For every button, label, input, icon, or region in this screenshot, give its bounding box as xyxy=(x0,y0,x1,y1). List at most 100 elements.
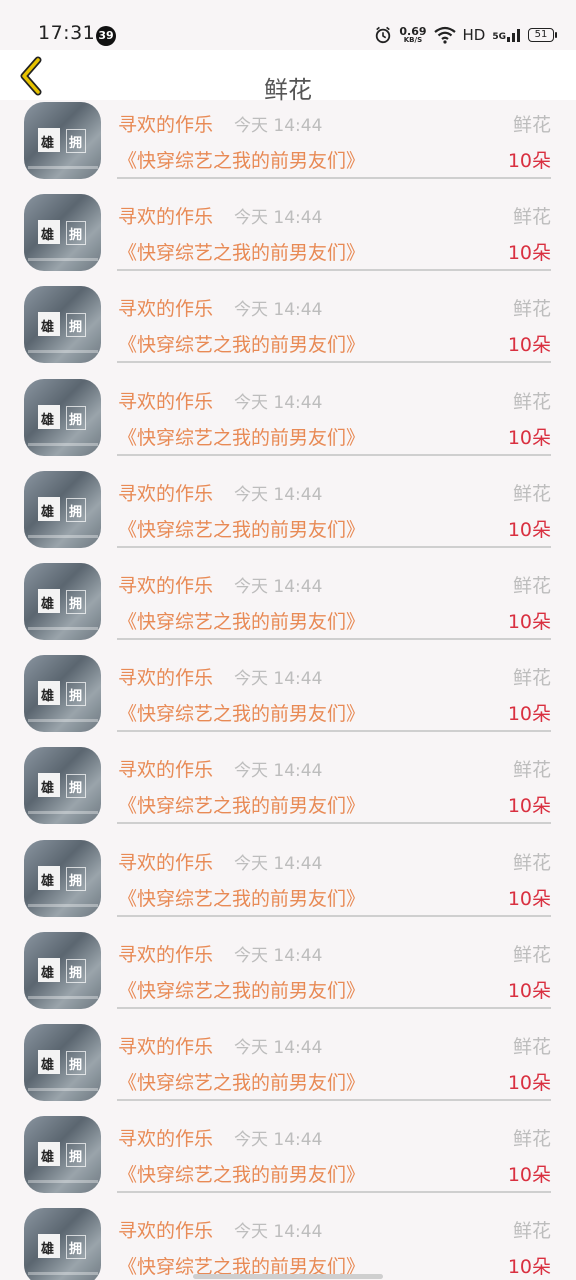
avatar[interactable]: 雄拥 xyxy=(24,931,101,1009)
gift-count: 10朵 xyxy=(507,795,551,818)
timestamp: 今天 14:44 xyxy=(234,945,323,966)
book-title[interactable]: 《快穿综艺之我的前男友们》 xyxy=(118,423,365,450)
avatar[interactable]: 雄拥 xyxy=(24,1116,101,1194)
timestamp: 今天 14:44 xyxy=(234,116,323,136)
username[interactable]: 寻欢的作乐 xyxy=(118,848,213,875)
avatar[interactable]: 雄拥 xyxy=(24,286,101,364)
avatar-char: 雄 xyxy=(41,597,55,612)
username[interactable]: 寻欢的作乐 xyxy=(118,479,213,506)
avatar-char: 雄 xyxy=(41,412,55,428)
list-item[interactable]: 雄拥寻欢的作乐 今天 14:44 鲜花 《快穿综艺之我的前男友们》 10朵 xyxy=(0,1206,576,1280)
divider xyxy=(117,730,551,733)
gift-list[interactable]: 雄拥寻欢的作乐 今天 14:44 鲜花 《快穿综艺之我的前男友们》 10朵雄拥寻欢的作乐… xyxy=(0,100,576,1280)
avatar-char: 雄 xyxy=(41,228,55,244)
divider xyxy=(117,269,551,272)
gift-type: 鲜花 xyxy=(512,943,551,966)
page-header: 鲜花 xyxy=(0,50,576,104)
avatar-char: 拥 xyxy=(69,136,83,151)
gift-count: 10朵 xyxy=(507,611,551,633)
book-title[interactable]: 《快穿综艺之我的前男友们》 xyxy=(118,884,365,911)
status-time: 17:31 xyxy=(38,22,96,44)
home-indicator[interactable] xyxy=(193,1274,383,1279)
net-speed: 0.69 KB/S xyxy=(399,26,426,44)
book-title[interactable]: 《快穿综艺之我的前男友们》 xyxy=(118,515,365,542)
divider xyxy=(117,1099,551,1101)
divider xyxy=(117,453,551,456)
avatar-char: 拥 xyxy=(69,412,83,428)
avatar[interactable]: 雄拥 xyxy=(24,1208,101,1280)
list-item[interactable]: 雄拥寻欢的作乐 今天 14:44 鲜花 《快穿综艺之我的前男友们》 10朵 xyxy=(0,653,576,745)
avatar[interactable]: 雄拥 xyxy=(24,563,101,640)
gift-count: 10朵 xyxy=(507,518,551,541)
book-title[interactable]: 《快穿综艺之我的前男友们》 xyxy=(118,607,365,634)
avatar-caption-strip xyxy=(28,995,98,999)
gift-type: 鲜花 xyxy=(512,851,551,874)
list-item[interactable]: 雄拥寻欢的作乐 今天 14:44 鲜花 《快穿综艺之我的前男友们》 10朵 xyxy=(0,745,576,837)
cell-signal: 5G xyxy=(492,28,521,42)
avatar-char: 拥 xyxy=(69,1150,83,1166)
gift-type: 鲜花 xyxy=(512,114,551,136)
avatar-caption-strip xyxy=(28,1088,98,1091)
divider xyxy=(117,361,551,364)
username[interactable]: 寻欢的作乐 xyxy=(118,387,213,414)
avatar-char: 雄 xyxy=(41,320,55,336)
username[interactable]: 寻欢的作乐 xyxy=(118,940,213,967)
avatar-caption-strip xyxy=(28,1180,98,1184)
avatar-char: 雄 xyxy=(41,1150,55,1166)
book-title[interactable]: 《快穿综艺之我的前男友们》 xyxy=(118,791,365,818)
username[interactable]: 寻欢的作乐 xyxy=(118,1124,213,1151)
book-title[interactable]: 《快穿综艺之我的前男友们》 xyxy=(118,1068,365,1095)
avatar[interactable]: 雄拥 xyxy=(24,102,101,179)
avatar[interactable]: 雄拥 xyxy=(24,194,101,272)
username[interactable]: 寻欢的作乐 xyxy=(118,1216,213,1243)
book-title[interactable]: 《快穿综艺之我的前男友们》 xyxy=(118,976,365,1003)
list-item[interactable]: 雄拥寻欢的作乐 今天 14:44 鲜花《快穿综艺之我的前男友们》 10朵 xyxy=(0,100,576,192)
alarm-icon xyxy=(376,26,391,44)
avatar[interactable]: 雄拥 xyxy=(24,470,101,548)
gift-count: 10朵 xyxy=(507,979,551,1002)
divider xyxy=(117,177,551,179)
book-title[interactable]: 《快穿综艺之我的前男友们》 xyxy=(118,1160,365,1187)
gift-count: 10朵 xyxy=(507,334,551,357)
avatar[interactable]: 雄拥 xyxy=(24,747,101,825)
gift-count: 10朵 xyxy=(507,150,551,172)
net-speed-unit: KB/S xyxy=(403,36,423,44)
timestamp: 今天 14:44 xyxy=(234,300,323,321)
cell-type-label: 5G xyxy=(492,32,506,42)
list-item[interactable]: 雄拥寻欢的作乐 今天 14:44 鲜花 《快穿综艺之我的前男友们》 10朵 xyxy=(0,192,576,284)
list-item[interactable]: 雄拥寻欢的作乐 今天 14:44 鲜花 《快穿综艺之我的前男友们》 10朵 xyxy=(0,377,576,469)
avatar[interactable]: 雄拥 xyxy=(24,655,101,733)
username[interactable]: 寻欢的作乐 xyxy=(118,755,213,782)
list-item[interactable]: 雄拥寻欢的作乐 今天 14:44 鲜花 《快穿综艺之我的前男友们》 10朵 xyxy=(0,284,576,376)
list-item[interactable]: 雄拥寻欢的作乐 今天 14:44 鲜花 《快穿综艺之我的前男友们》 10朵 xyxy=(0,561,576,653)
book-title[interactable]: 《快穿综艺之我的前男友们》 xyxy=(118,330,365,357)
gift-type: 鲜花 xyxy=(512,482,551,505)
username[interactable]: 寻欢的作乐 xyxy=(118,663,213,690)
battery-icon: 51 xyxy=(528,28,557,42)
username[interactable]: 寻欢的作乐 xyxy=(118,1032,213,1059)
username[interactable]: 寻欢的作乐 xyxy=(118,202,213,229)
username[interactable]: 寻欢的作乐 xyxy=(118,571,213,598)
avatar-char: 雄 xyxy=(41,1242,55,1258)
avatar[interactable]: 雄拥 xyxy=(24,839,101,917)
book-title[interactable]: 《快穿综艺之我的前男友们》 xyxy=(118,699,365,726)
username[interactable]: 寻欢的作乐 xyxy=(118,110,213,137)
list-item[interactable]: 雄拥寻欢的作乐 今天 14:44 鲜花 《快穿综艺之我的前男友们》 10朵 xyxy=(0,469,576,561)
avatar[interactable]: 雄拥 xyxy=(24,378,101,456)
list-item[interactable]: 雄拥寻欢的作乐 今天 14:44 鲜花 《快穿综艺之我的前男友们》 10朵 xyxy=(0,838,576,930)
gift-type: 鲜花 xyxy=(512,575,551,597)
avatar-caption-strip xyxy=(28,627,98,630)
avatar[interactable]: 雄拥 xyxy=(24,1024,101,1101)
book-title[interactable]: 《快穿综艺之我的前男友们》 xyxy=(118,238,365,265)
list-item[interactable]: 雄拥寻欢的作乐 今天 14:44 鲜花《快穿综艺之我的前男友们》 10朵 xyxy=(0,930,576,1022)
avatar-caption-strip xyxy=(28,719,98,723)
username[interactable]: 寻欢的作乐 xyxy=(118,294,213,321)
avatar-char: 拥 xyxy=(69,873,83,889)
list-item[interactable]: 雄拥寻欢的作乐 今天 14:44 鲜花 《快穿综艺之我的前男友们》 10朵 xyxy=(0,1114,576,1206)
list-item[interactable]: 雄拥寻欢的作乐 今天 14:44 鲜花 《快穿综艺之我的前男友们》 10朵 xyxy=(0,1022,576,1114)
avatar-char: 拥 xyxy=(69,320,83,336)
gift-type: 鲜花 xyxy=(512,1036,551,1058)
book-title[interactable]: 《快穿综艺之我的前男友们》 xyxy=(118,146,365,173)
divider xyxy=(117,638,551,640)
timestamp: 今天 14:44 xyxy=(234,669,323,690)
